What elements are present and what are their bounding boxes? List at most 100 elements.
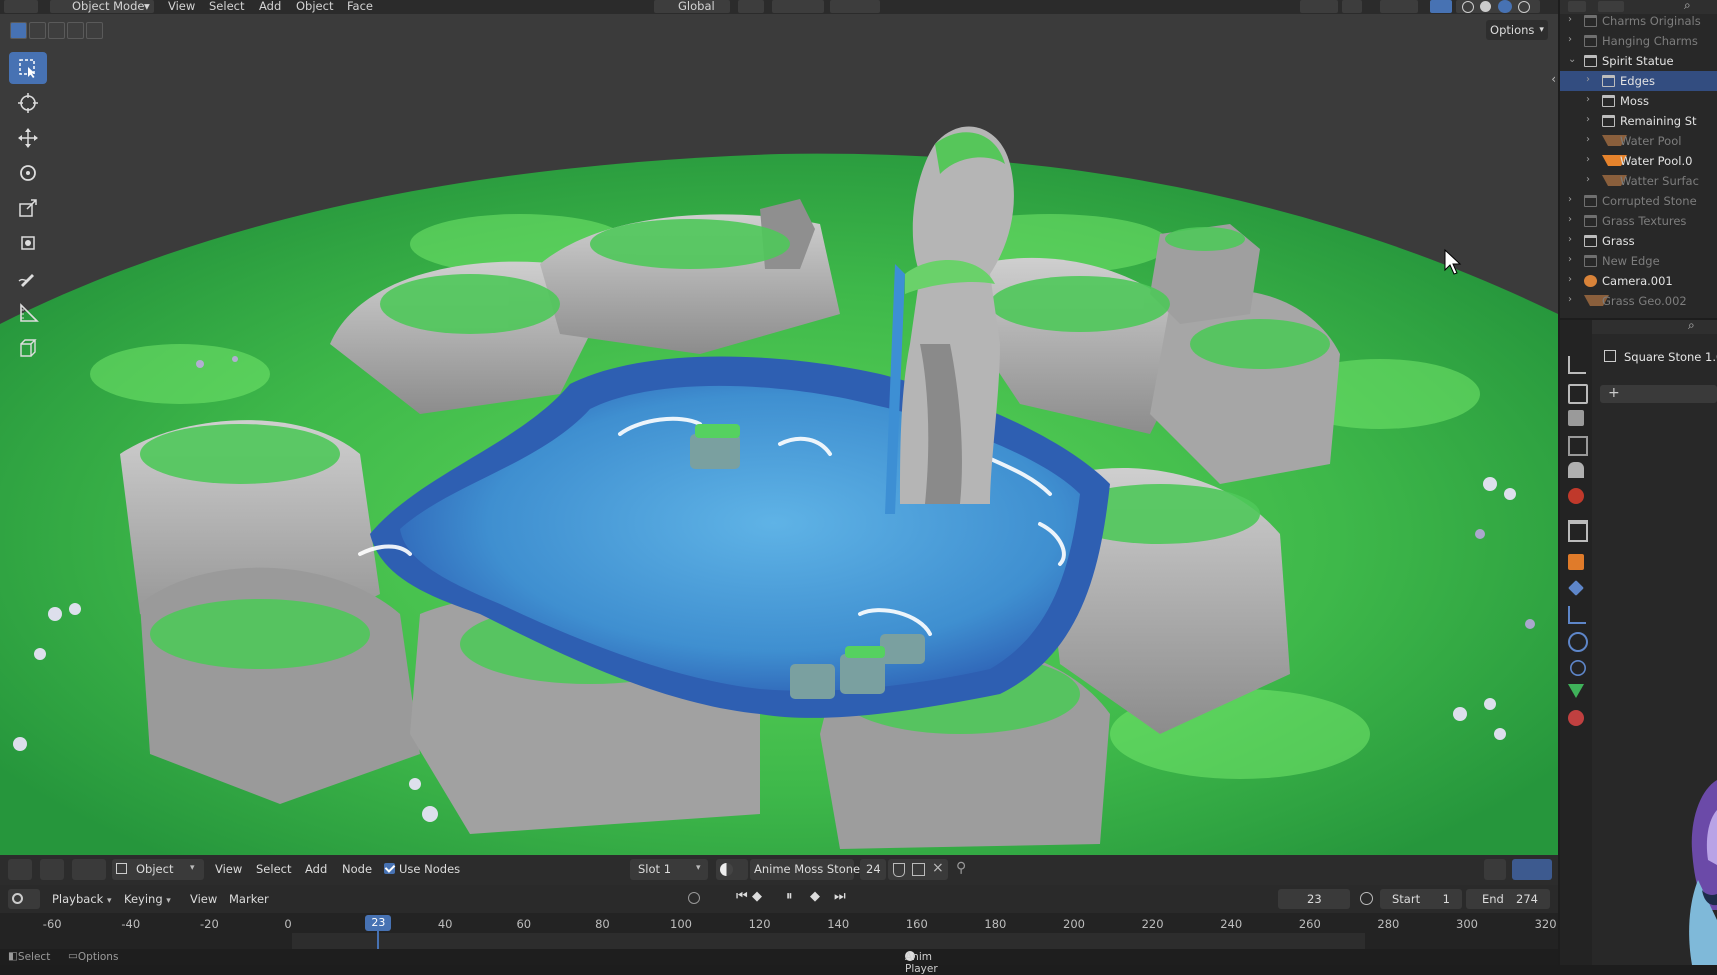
chevron-right-icon[interactable]: › bbox=[1568, 194, 1572, 205]
output-tab-icon[interactable] bbox=[1568, 410, 1584, 426]
proportional-edit-button[interactable] bbox=[830, 0, 880, 13]
outliner-row[interactable]: › Watter Surfac bbox=[1560, 171, 1717, 191]
data-tab-icon[interactable] bbox=[1568, 684, 1584, 698]
outliner-row[interactable]: › Moss bbox=[1560, 91, 1717, 111]
snap-button[interactable] bbox=[772, 0, 824, 13]
select-intersect-icon[interactable] bbox=[86, 22, 103, 39]
menu-add[interactable]: Add bbox=[259, 0, 281, 13]
constraints-tab-icon[interactable] bbox=[1570, 660, 1586, 676]
sidebar-toggle-icon[interactable]: ‹ bbox=[1551, 72, 1556, 86]
timeline-menu-keying[interactable]: Keying ▾ bbox=[124, 892, 171, 906]
object-tab-icon[interactable] bbox=[1568, 554, 1584, 570]
collection-tab-icon[interactable] bbox=[1568, 520, 1588, 542]
menu-view[interactable]: View bbox=[168, 0, 195, 13]
pause-icon[interactable]: ⏸ bbox=[786, 889, 793, 904]
world-tab-icon[interactable] bbox=[1568, 488, 1584, 504]
render-tab-icon[interactable] bbox=[1568, 384, 1588, 404]
chevron-right-icon[interactable]: › bbox=[1568, 254, 1572, 265]
snap-toggle[interactable] bbox=[1484, 859, 1506, 880]
outliner-row[interactable]: › Grass bbox=[1560, 231, 1717, 251]
visibility-button[interactable] bbox=[1300, 0, 1338, 13]
next-keyframe-icon[interactable]: ◆ bbox=[810, 889, 820, 904]
outliner-row[interactable]: › Edges bbox=[1560, 71, 1717, 91]
3d-viewport[interactable]: Options ▾ ‹ bbox=[0, 14, 1558, 855]
timeline-menu-playback[interactable]: Playback ▾ bbox=[52, 892, 112, 906]
end-frame-field[interactable]: End 274 bbox=[1466, 889, 1550, 909]
close-icon[interactable]: × bbox=[932, 860, 944, 876]
transform-tool[interactable] bbox=[9, 227, 47, 259]
search-icon[interactable]: ⌕ bbox=[1688, 318, 1695, 333]
slot-dropdown[interactable]: Slot 1 ▾ bbox=[630, 859, 708, 880]
outliner-row[interactable]: › Water Pool bbox=[1560, 131, 1717, 151]
tool-tab-icon[interactable] bbox=[1568, 356, 1586, 374]
modifier-tab-icon[interactable] bbox=[1568, 580, 1584, 596]
chevron-right-icon[interactable]: › bbox=[1568, 234, 1572, 245]
menu-face[interactable]: Face bbox=[347, 0, 373, 13]
pin-icon[interactable]: ⚲ bbox=[956, 860, 966, 876]
outliner-row[interactable]: › Remaining St bbox=[1560, 111, 1717, 131]
node-menu-node[interactable]: Node bbox=[342, 862, 372, 876]
xray-button[interactable] bbox=[1430, 0, 1452, 13]
select-box-tool[interactable] bbox=[9, 52, 47, 84]
cursor-tool[interactable] bbox=[9, 87, 47, 119]
options-dropdown[interactable]: Options ▾ bbox=[1486, 20, 1548, 40]
object-type-dropdown[interactable]: Object ▾ bbox=[112, 859, 204, 880]
chevron-right-icon[interactable]: › bbox=[1568, 214, 1572, 225]
mode-dropdown[interactable]: Object Mode ▾ bbox=[50, 0, 154, 13]
timeline-editor-type-button[interactable] bbox=[8, 889, 40, 909]
scene-tab-icon[interactable] bbox=[1568, 462, 1584, 478]
chevron-right-icon[interactable]: › bbox=[1568, 14, 1572, 25]
solid-shading-icon[interactable] bbox=[1480, 1, 1491, 12]
editor-type-button[interactable] bbox=[4, 0, 38, 13]
fake-user-shield-icon[interactable] bbox=[893, 863, 905, 877]
outliner-row[interactable]: › Corrupted Stone bbox=[1560, 191, 1717, 211]
overlay-toggle[interactable] bbox=[1512, 859, 1552, 880]
start-frame-field[interactable]: Start 1 bbox=[1380, 889, 1462, 909]
node-menu-add[interactable]: Add bbox=[305, 862, 327, 876]
select-invert-icon[interactable] bbox=[67, 22, 84, 39]
wireframe-shading-icon[interactable] bbox=[1462, 1, 1474, 13]
outliner-row[interactable]: › Hanging Charms bbox=[1560, 31, 1717, 51]
chevron-right-icon[interactable]: › bbox=[1568, 294, 1572, 305]
add-modifier-button[interactable]: + bbox=[1600, 385, 1717, 403]
chevron-right-icon[interactable]: › bbox=[1586, 74, 1590, 85]
chevron-right-icon[interactable]: › bbox=[1586, 114, 1590, 125]
outliner-row[interactable]: › New Edge bbox=[1560, 251, 1717, 271]
node-tree-type-button[interactable] bbox=[40, 859, 64, 880]
jump-end-icon[interactable]: ⏭ bbox=[834, 889, 846, 904]
measure-tool[interactable] bbox=[9, 297, 47, 329]
record-icon[interactable] bbox=[688, 892, 700, 904]
prev-keyframe-icon[interactable]: ◆ bbox=[752, 889, 762, 904]
chevron-right-icon[interactable]: › bbox=[1568, 274, 1572, 285]
jump-start-icon[interactable]: ⏮ bbox=[736, 889, 748, 904]
duplicate-icon[interactable] bbox=[912, 863, 925, 876]
pivot-button[interactable] bbox=[738, 0, 764, 13]
add-cube-tool[interactable] bbox=[9, 332, 47, 364]
editor-type-button[interactable] bbox=[8, 859, 32, 880]
material-shading-icon[interactable] bbox=[1498, 0, 1512, 13]
playhead-frame-indicator[interactable]: 23 bbox=[365, 915, 392, 931]
material-name-field[interactable]: Anime Moss Stone bbox=[750, 859, 860, 880]
stopwatch-icon[interactable] bbox=[1360, 892, 1373, 905]
chevron-down-icon[interactable]: ⌄ bbox=[1568, 54, 1576, 65]
material-browse-button[interactable] bbox=[716, 859, 748, 880]
gizmo-button[interactable] bbox=[1342, 0, 1362, 13]
outliner-row[interactable]: › Grass Textures bbox=[1560, 211, 1717, 231]
shader-type-button[interactable] bbox=[72, 859, 106, 880]
current-frame-field[interactable]: 23 bbox=[1278, 889, 1350, 909]
menu-object[interactable]: Object bbox=[296, 0, 333, 13]
chevron-right-icon[interactable]: › bbox=[1586, 134, 1590, 145]
overlay-button[interactable] bbox=[1380, 0, 1418, 13]
outliner-row[interactable]: › Grass Geo.002 bbox=[1560, 291, 1717, 311]
user-count-button[interactable]: 24 bbox=[860, 859, 886, 880]
outliner-row[interactable]: › Charms Originals bbox=[1560, 11, 1717, 31]
move-tool[interactable] bbox=[9, 122, 47, 154]
particles-tab-icon[interactable] bbox=[1568, 606, 1586, 624]
rendered-shading-icon[interactable] bbox=[1518, 1, 1530, 13]
timeline-ruler[interactable]: -60 -40 -20 0 40 60 80 100 120 140 160 180 200 220 240… bbox=[0, 913, 1558, 949]
outliner-row[interactable]: › Water Pool.0 bbox=[1560, 151, 1717, 171]
use-nodes-checkbox[interactable]: Use Nodes bbox=[384, 862, 460, 876]
timeline-menu-marker[interactable]: Marker bbox=[229, 892, 269, 906]
select-new-icon[interactable] bbox=[10, 22, 27, 39]
material-tab-icon[interactable] bbox=[1568, 710, 1584, 726]
